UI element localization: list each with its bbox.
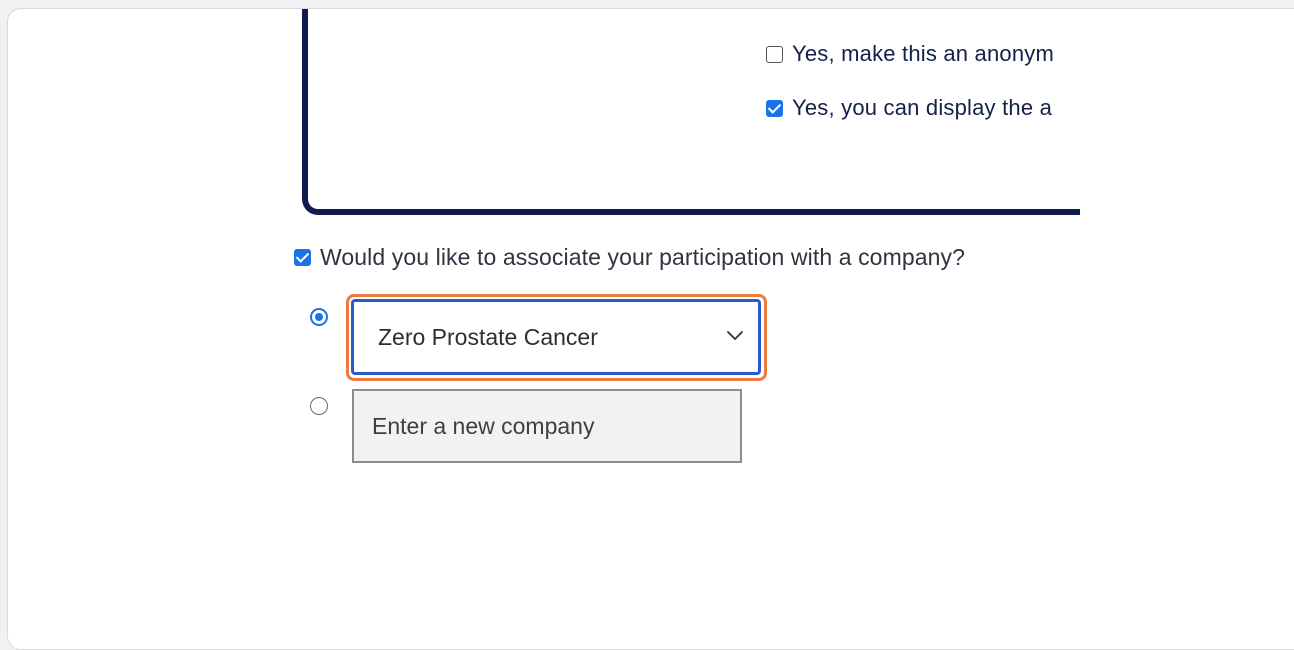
display-label: Yes, you can display the a	[792, 95, 1053, 120]
display-checkbox[interactable]	[766, 99, 783, 117]
display-option[interactable]: Yes, you can display the a	[766, 95, 1052, 121]
company-association-label: Would you like to associate your partici…	[320, 244, 965, 270]
content-clip: Yes, make this an anonym Yes, you can di…	[8, 9, 1080, 229]
anonymous-checkbox[interactable]	[766, 45, 783, 63]
chevron-down-icon	[727, 331, 743, 340]
company-select[interactable]: Zero Prostate Cancer	[351, 299, 761, 375]
company-select-value: Zero Prostate Cancer	[378, 324, 598, 350]
existing-company-radio[interactable]	[310, 308, 328, 326]
anonymous-label: Yes, make this an anonym	[792, 41, 1055, 66]
anonymous-option[interactable]: Yes, make this an anonym	[766, 41, 1054, 67]
company-association-checkbox[interactable]	[294, 249, 311, 266]
company-association-option[interactable]: Would you like to associate your partici…	[294, 244, 965, 271]
new-company-radio[interactable]	[310, 397, 328, 415]
new-company-input[interactable]	[352, 389, 742, 463]
